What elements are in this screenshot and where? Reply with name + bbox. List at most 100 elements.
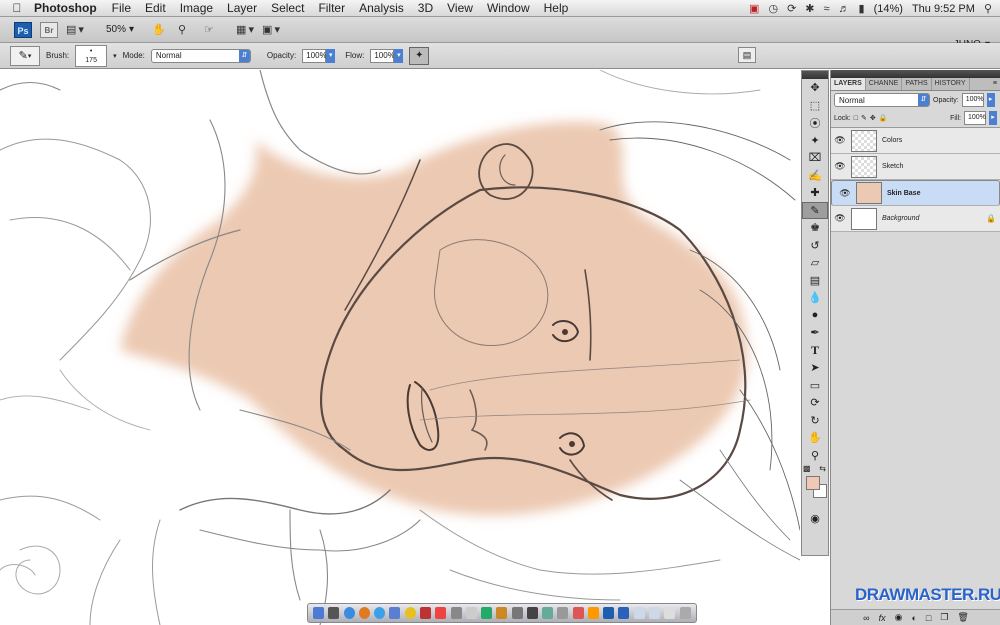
messenger-icon[interactable] bbox=[389, 607, 401, 619]
menu-view[interactable]: View bbox=[440, 1, 480, 15]
zoom-tool-button[interactable]: ⚲ bbox=[178, 22, 196, 38]
layer-opacity-input[interactable]: 100% bbox=[961, 93, 984, 107]
path-select-tool[interactable]: ➤ bbox=[802, 359, 828, 377]
clock[interactable]: Thu 9:52 PM bbox=[912, 3, 975, 15]
app-icon[interactable] bbox=[587, 607, 599, 619]
firefox-icon[interactable] bbox=[358, 607, 370, 619]
type-tool[interactable]: T bbox=[802, 342, 828, 360]
eye-icon[interactable]: 👁 bbox=[831, 135, 849, 146]
utility-icon[interactable] bbox=[511, 607, 523, 619]
view-extras-button[interactable]: ▤ ▾ bbox=[66, 22, 84, 38]
hand-tool-button[interactable]: ✋ bbox=[152, 22, 170, 38]
tab-history[interactable]: HISTORY bbox=[932, 78, 970, 90]
lock-pixels-icon[interactable]: ✎ bbox=[861, 114, 867, 122]
app-menu[interactable]: Photoshop bbox=[34, 1, 97, 15]
dodge-tool[interactable]: ● bbox=[802, 307, 828, 325]
menu-filter[interactable]: Filter bbox=[311, 1, 352, 15]
sync-icon[interactable]: ⟳ bbox=[787, 2, 796, 15]
layer-row-background[interactable]: 👁 Background 🔒 bbox=[831, 206, 1000, 232]
flow-input[interactable]: 100% bbox=[370, 48, 395, 63]
system-preferences-icon[interactable] bbox=[557, 607, 569, 619]
apple-icon[interactable]:  bbox=[0, 1, 34, 15]
mode-select[interactable]: Normal ⇵ bbox=[150, 48, 251, 63]
layer-opacity-toggle[interactable]: ▸ bbox=[986, 93, 995, 107]
arrange-documents-button[interactable]: ▦ ▾ bbox=[236, 22, 254, 38]
iphoto-icon[interactable] bbox=[496, 607, 508, 619]
bluetooth-icon[interactable]: ✱ bbox=[805, 2, 814, 15]
time-machine-icon[interactable]: ◷ bbox=[768, 2, 778, 15]
quick-select-tool[interactable]: ✦ bbox=[802, 132, 828, 150]
wifi-icon[interactable]: ≈ bbox=[824, 3, 830, 15]
lasso-tool[interactable]: ⦿ bbox=[802, 114, 828, 132]
folder-icon[interactable] bbox=[633, 607, 645, 619]
battery-icon[interactable]: ▮ bbox=[859, 2, 865, 15]
new-group-icon[interactable]: □ bbox=[926, 613, 931, 623]
menu-window[interactable]: Window bbox=[480, 1, 537, 15]
terminal-icon[interactable] bbox=[526, 607, 538, 619]
layer-row-sketch[interactable]: 👁 Sketch bbox=[831, 154, 1000, 180]
eyedropper-tool[interactable]: ✍ bbox=[802, 167, 828, 185]
document-icon[interactable] bbox=[664, 607, 676, 619]
hand-tool[interactable]: ✋ bbox=[802, 429, 828, 447]
menu-3d[interactable]: 3D bbox=[411, 1, 440, 15]
panel-menu-icon[interactable]: ≡ bbox=[990, 78, 1000, 90]
safari-icon[interactable] bbox=[343, 607, 355, 619]
spotlight-icon[interactable]: ⚲ bbox=[984, 2, 992, 15]
eye-icon[interactable]: 👁 bbox=[831, 161, 849, 172]
flow-slider-toggle[interactable]: ▾ bbox=[394, 48, 404, 63]
foreground-color-swatch[interactable] bbox=[806, 476, 820, 490]
new-layer-icon[interactable]: ❐ bbox=[940, 612, 948, 623]
skype-icon[interactable] bbox=[374, 607, 386, 619]
tools-panel-header[interactable] bbox=[802, 71, 828, 79]
blur-tool[interactable]: 💧 bbox=[802, 289, 828, 307]
calendar-icon[interactable] bbox=[435, 607, 447, 619]
lock-position-icon[interactable]: ✥ bbox=[870, 114, 876, 122]
menu-file[interactable]: File bbox=[105, 1, 138, 15]
swap-colors-icon[interactable]: ⇆ bbox=[819, 464, 826, 473]
crop-tool[interactable]: ⌧ bbox=[802, 149, 828, 167]
zoom-tool[interactable]: ⚲ bbox=[802, 447, 828, 465]
3d-orbit-tool[interactable]: ↻ bbox=[802, 412, 828, 430]
shape-tool[interactable]: ▭ bbox=[802, 377, 828, 395]
screen-mode-button[interactable]: ▣ ▾ bbox=[262, 22, 280, 38]
opacity-slider-toggle[interactable]: ▾ bbox=[326, 48, 336, 63]
brush-picker[interactable]: • 175 bbox=[75, 44, 108, 67]
fill-toggle[interactable]: ▸ bbox=[989, 111, 997, 125]
gradient-tool[interactable]: ▤ bbox=[802, 272, 828, 290]
bridge-button[interactable]: Br bbox=[40, 21, 58, 38]
history-brush-tool[interactable]: ↺ bbox=[802, 237, 828, 255]
default-colors-icon[interactable]: ▩ bbox=[803, 464, 811, 473]
fill-input[interactable]: 100% bbox=[964, 111, 986, 125]
trash-icon[interactable] bbox=[679, 607, 691, 619]
healing-brush-tool[interactable]: ✚ bbox=[802, 184, 828, 202]
quick-mask-button[interactable]: ◉ bbox=[802, 510, 828, 528]
menu-select[interactable]: Select bbox=[264, 1, 311, 15]
app-icon[interactable] bbox=[618, 607, 630, 619]
layer-row-colors[interactable]: 👁 Colors bbox=[831, 128, 1000, 154]
marquee-tool[interactable]: ⬚ bbox=[802, 97, 828, 115]
trash-icon[interactable]: 🗑 bbox=[957, 612, 968, 623]
menu-help[interactable]: Help bbox=[537, 1, 576, 15]
tab-paths[interactable]: PATHS bbox=[902, 78, 932, 90]
document-canvas[interactable] bbox=[0, 70, 800, 625]
clone-stamp-tool[interactable]: ♚ bbox=[802, 219, 828, 237]
menu-image[interactable]: Image bbox=[173, 1, 220, 15]
lock-transparency-icon[interactable]: □ bbox=[854, 115, 858, 122]
photoshop-dock-icon[interactable] bbox=[603, 607, 615, 619]
pen-tool[interactable]: ✒ bbox=[802, 324, 828, 342]
volume-icon[interactable]: ♬ bbox=[839, 3, 850, 15]
textedit-icon[interactable] bbox=[465, 607, 477, 619]
eye-icon[interactable]: 👁 bbox=[831, 213, 849, 224]
brush-panel-button[interactable]: ▤ bbox=[738, 47, 756, 63]
dashboard-icon[interactable] bbox=[328, 607, 340, 619]
chevron-down-icon[interactable]: ▾ bbox=[113, 52, 117, 60]
menu-edit[interactable]: Edit bbox=[138, 1, 173, 15]
layer-row-skin-base[interactable]: 👁 Skin Base bbox=[831, 180, 1000, 206]
eraser-tool[interactable]: ▱ bbox=[802, 254, 828, 272]
rotate-view-button[interactable]: ☞ bbox=[204, 22, 222, 38]
adobe-icon[interactable]: ▣ bbox=[749, 2, 759, 15]
ichat-icon[interactable] bbox=[404, 607, 416, 619]
finder-icon[interactable] bbox=[313, 607, 325, 619]
blend-mode-select[interactable]: Normal ⇵ bbox=[834, 93, 930, 107]
app-icon[interactable] bbox=[542, 607, 554, 619]
